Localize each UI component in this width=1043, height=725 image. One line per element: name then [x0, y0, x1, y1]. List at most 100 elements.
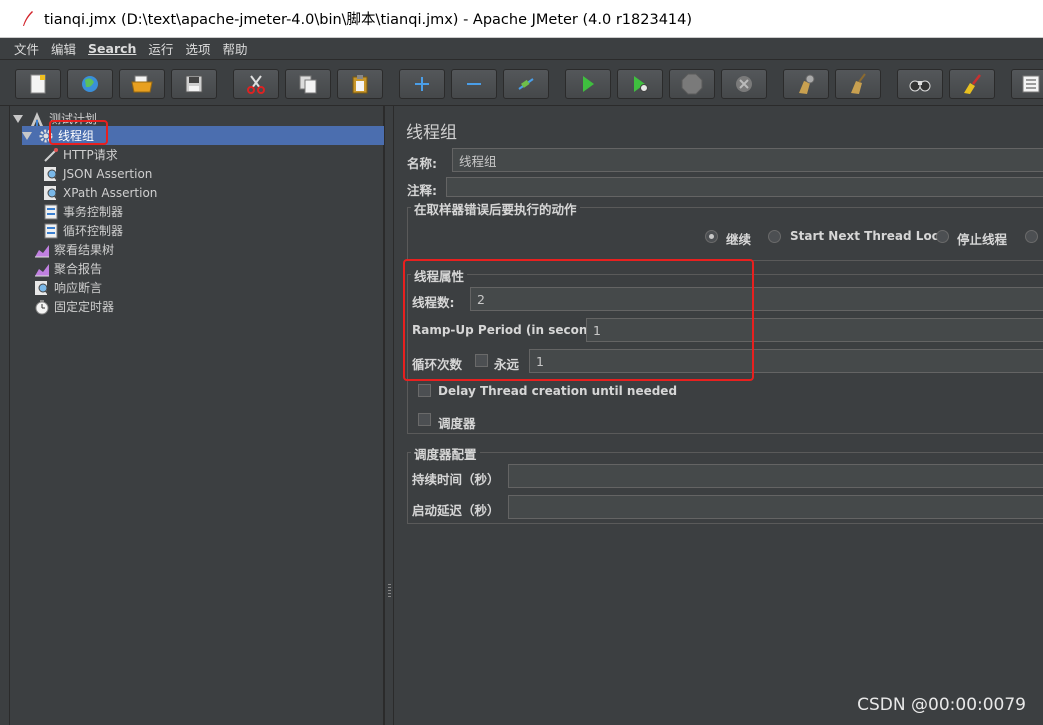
play-no-pause-icon: [634, 76, 648, 92]
radio-stop-thread-label: 停止线程: [957, 232, 1008, 247]
scheduler-checkbox[interactable]: [418, 413, 431, 426]
tree-node-view-results-tree[interactable]: 察看结果树: [34, 240, 114, 259]
tree-node-json-assertion[interactable]: JSON Assertion: [43, 164, 152, 183]
start-no-timers-button[interactable]: [617, 69, 663, 99]
copy-button[interactable]: [285, 69, 331, 99]
cut-button[interactable]: [233, 69, 279, 99]
comment-input[interactable]: [446, 177, 1043, 197]
shutdown-icon: [736, 76, 752, 92]
binoculars-icon: [909, 80, 931, 92]
forever-label: 永远: [494, 357, 520, 372]
sampler-error-title: 在取样器错误后要执行的动作: [411, 199, 580, 218]
jmeter-feather-icon: [23, 10, 33, 26]
watermark: CSDN @00:00:0079: [857, 695, 1026, 715]
expand-triangle-icon[interactable]: [13, 114, 23, 123]
startup-delay-input[interactable]: [508, 495, 1043, 519]
thread-group-editor: 线程组 名称: 线程组 注释: 在取样器错误后要执行的动作 继续 Start N…: [395, 106, 1043, 725]
gear-icon: [39, 129, 53, 142]
stop-icon: [681, 73, 703, 95]
tree-node-thread-group[interactable]: 线程组: [22, 126, 384, 145]
save-button[interactable]: [171, 69, 217, 99]
controller-icon: [44, 223, 58, 238]
open-folder-icon: [131, 75, 153, 93]
stop-button[interactable]: [669, 69, 715, 99]
name-input[interactable]: 线程组: [452, 148, 1043, 172]
minus-icon: [467, 83, 481, 85]
splitter-grip[interactable]: [388, 584, 391, 598]
stopwatch-icon: [35, 299, 49, 314]
search-button[interactable]: [897, 69, 943, 99]
magnifier-icon: [44, 166, 59, 182]
tree-node-loop-controller[interactable]: 循环控制器: [43, 221, 123, 240]
menu-file[interactable]: 文件: [14, 39, 39, 58]
clear-button[interactable]: [783, 69, 829, 99]
name-label: 名称:: [407, 156, 437, 171]
shutdown-button[interactable]: [721, 69, 767, 99]
templates-icon: [82, 76, 98, 92]
rampup-label: Ramp-Up Period (in seconds):: [412, 323, 614, 337]
loop-count-label: 循环次数: [412, 357, 463, 372]
expand-triangle-icon[interactable]: [22, 131, 32, 140]
radio-stop-thread[interactable]: [936, 230, 949, 243]
open-button[interactable]: [119, 69, 165, 99]
tree-node-label: HTTP请求: [63, 148, 118, 162]
forever-checkbox[interactable]: [475, 354, 488, 367]
tree-node-label: JSON Assertion: [63, 166, 153, 181]
tree-node-label: 响应断言: [54, 281, 103, 295]
radio-start-next-loop[interactable]: [768, 230, 781, 243]
tree-node-transaction-controller[interactable]: 事务控制器: [43, 202, 123, 221]
reset-search-icon: [964, 74, 981, 94]
tree-node-label: 聚合报告: [54, 262, 103, 276]
scheduler-config-title: 调度器配置: [411, 444, 480, 463]
paste-button[interactable]: [337, 69, 383, 99]
tree-node-constant-timer[interactable]: 固定定时器: [34, 297, 114, 316]
delay-thread-checkbox[interactable]: [418, 384, 431, 397]
scheduler-label: 调度器: [438, 416, 476, 431]
radio-start-next-loop-label: Start Next Thread Loop: [790, 229, 949, 243]
expand-button[interactable]: [399, 69, 445, 99]
new-file-icon: [30, 74, 46, 94]
menu-edit[interactable]: 编辑: [51, 39, 76, 58]
chart-icon: [35, 263, 49, 276]
rampup-input[interactable]: 1: [586, 318, 1043, 342]
clear-all-button[interactable]: [835, 69, 881, 99]
tree-node-xpath-assertion[interactable]: XPath Assertion: [43, 183, 157, 202]
reset-search-button[interactable]: [949, 69, 995, 99]
toggle-icon: [518, 78, 534, 90]
menu-help[interactable]: 帮助: [222, 39, 247, 58]
list-icon: [1022, 75, 1040, 93]
left-edge-strip: [0, 106, 10, 725]
collapse-button[interactable]: [451, 69, 497, 99]
tree-node-response-assertion[interactable]: 响应断言: [34, 278, 102, 297]
tree-node-http-request[interactable]: HTTP请求: [43, 145, 118, 164]
threads-input[interactable]: 2: [470, 287, 1043, 311]
play-icon: [583, 76, 594, 92]
menu-options[interactable]: 选项: [185, 39, 210, 58]
radio-stop-test[interactable]: [1025, 230, 1038, 243]
menu-run[interactable]: 运行: [148, 39, 173, 58]
start-button[interactable]: [565, 69, 611, 99]
delay-thread-label: Delay Thread creation until needed: [438, 384, 678, 398]
chart-icon: [35, 244, 49, 257]
new-button[interactable]: [15, 69, 61, 99]
window-title: tianqi.jmx (D:\text\apache-jmeter-4.0\bi…: [44, 12, 693, 28]
radio-continue[interactable]: [705, 230, 718, 243]
tree-node-label: 测试计划: [49, 112, 98, 126]
title-bar: tianqi.jmx (D:\text\apache-jmeter-4.0\bi…: [0, 0, 1043, 38]
menu-bar: 文件 编辑 Search 运行 选项 帮助: [0, 38, 1043, 60]
toggle-button[interactable]: [503, 69, 549, 99]
templates-button[interactable]: [67, 69, 113, 99]
loop-count-input[interactable]: 1: [529, 349, 1043, 373]
controller-icon: [44, 204, 58, 219]
threads-label: 线程数:: [412, 295, 455, 310]
scissors-icon: [247, 75, 265, 94]
tree-node-aggregate-report[interactable]: 聚合报告: [34, 259, 102, 278]
menu-search[interactable]: Search: [88, 41, 136, 56]
duration-label: 持续时间（秒）: [412, 472, 500, 487]
tree-node-label: 事务控制器: [63, 205, 124, 219]
thread-properties-title: 线程属性: [411, 266, 468, 285]
function-helper-button[interactable]: [1011, 69, 1043, 99]
copy-icon: [299, 75, 317, 94]
duration-input[interactable]: [508, 464, 1043, 488]
panel-splitter[interactable]: [384, 106, 394, 725]
